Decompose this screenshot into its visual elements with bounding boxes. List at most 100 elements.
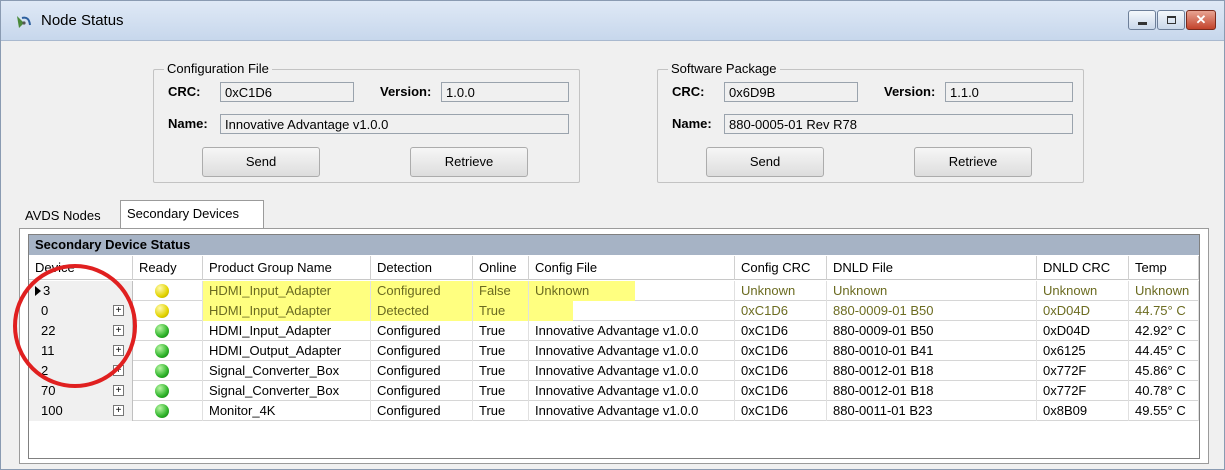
ready-cell[interactable] <box>133 401 203 421</box>
online-cell[interactable]: False <box>473 281 529 301</box>
config-file-cell[interactable] <box>529 301 735 321</box>
product-cell[interactable]: Monitor_4K <box>203 401 371 421</box>
table-row[interactable]: 70 + Signal_Converter_Box Configured True Inn… <box>29 381 1199 401</box>
ready-cell[interactable] <box>133 381 203 401</box>
config-file-cell[interactable]: Innovative Advantage v1.0.0 <box>529 361 735 381</box>
minimize-button[interactable] <box>1128 10 1156 30</box>
close-button[interactable]: ✕ <box>1186 10 1216 30</box>
dnld-file-cell[interactable]: 880-0012-01 B18 <box>827 361 1037 381</box>
temp-cell[interactable]: 40.78° C <box>1129 381 1199 401</box>
software-crc-field[interactable]: 0x6D9B <box>724 82 858 102</box>
column-header-config-file[interactable]: Config File <box>529 256 735 280</box>
product-cell[interactable]: Signal_Converter_Box <box>203 381 371 401</box>
config-crc-field[interactable]: 0xC1D6 <box>220 82 354 102</box>
product-cell[interactable]: HDMI_Input_Adapter <box>203 301 371 321</box>
online-cell[interactable]: True <box>473 381 529 401</box>
dnld-file-cell[interactable]: 880-0010-01 B41 <box>827 341 1037 361</box>
config-crc-cell[interactable]: 0xC1D6 <box>735 321 827 341</box>
software-name-field[interactable]: 880-0005-01 Rev R78 <box>724 114 1073 134</box>
config-file-cell[interactable]: Innovative Advantage v1.0.0 <box>529 341 735 361</box>
dnld-file-cell[interactable]: 880-0011-01 B23 <box>827 401 1037 421</box>
product-cell[interactable]: Signal_Converter_Box <box>203 361 371 381</box>
config-file-cell[interactable]: Innovative Advantage v1.0.0 <box>529 321 735 341</box>
config-send-button[interactable]: Send <box>202 147 320 177</box>
detection-cell[interactable]: Configured <box>371 401 473 421</box>
online-cell[interactable]: True <box>473 341 529 361</box>
table-row[interactable]: 11 + HDMI_Output_Adapter Configured True Inno… <box>29 341 1199 361</box>
detection-cell[interactable]: Configured <box>371 321 473 341</box>
table-row[interactable]: 3 HDMI_Input_Adapter Configured False Unknow… <box>29 281 1199 301</box>
tab-avds-nodes[interactable]: AVDS Nodes <box>19 204 121 231</box>
online-cell[interactable]: True <box>473 361 529 381</box>
config-name-field[interactable]: Innovative Advantage v1.0.0 <box>220 114 569 134</box>
software-version-field[interactable]: 1.1.0 <box>945 82 1073 102</box>
column-header-dnld-crc[interactable]: DNLD CRC <box>1037 256 1129 280</box>
detection-cell[interactable]: Configured <box>371 281 473 301</box>
online-cell[interactable]: True <box>473 321 529 341</box>
config-crc-cell[interactable]: Unknown <box>735 281 827 301</box>
dnld-file-cell[interactable]: 880-0009-01 B50 <box>827 301 1037 321</box>
device-cell[interactable]: 100 + <box>29 401 133 421</box>
expand-icon[interactable]: + <box>113 405 124 416</box>
config-crc-cell[interactable]: 0xC1D6 <box>735 401 827 421</box>
column-header-detection[interactable]: Detection <box>371 256 473 280</box>
product-cell[interactable]: HDMI_Output_Adapter <box>203 341 371 361</box>
ready-cell[interactable] <box>133 301 203 321</box>
table-row[interactable]: 100 + Monitor_4K Configured True Innovative A… <box>29 401 1199 421</box>
column-header-config-crc[interactable]: Config CRC <box>735 256 827 280</box>
expand-icon[interactable]: + <box>113 385 124 396</box>
green-status-icon <box>155 324 169 338</box>
config-file-cell[interactable]: Unknown <box>529 281 735 301</box>
dnld-crc-cell[interactable]: Unknown <box>1037 281 1129 301</box>
dnld-crc-cell[interactable]: 0x8B09 <box>1037 401 1129 421</box>
temp-cell[interactable]: 42.92° C <box>1129 321 1199 341</box>
product-cell[interactable]: HDMI_Input_Adapter <box>203 281 371 301</box>
column-header-ready[interactable]: Ready <box>133 256 203 280</box>
ready-cell[interactable] <box>133 321 203 341</box>
title-bar[interactable]: Node Status ✕ <box>1 1 1224 41</box>
dnld-crc-cell[interactable]: 0x772F <box>1037 361 1129 381</box>
config-crc-cell[interactable]: 0xC1D6 <box>735 341 827 361</box>
dnld-crc-cell[interactable]: 0xD04D <box>1037 301 1129 321</box>
config-crc-cell[interactable]: 0xC1D6 <box>735 361 827 381</box>
table-row[interactable]: 0 + HDMI_Input_Adapter Detected True 0xC1D6 88… <box>29 301 1199 321</box>
ready-cell[interactable] <box>133 281 203 301</box>
online-cell[interactable]: True <box>473 301 529 321</box>
maximize-button[interactable] <box>1157 10 1185 30</box>
ready-cell[interactable] <box>133 361 203 381</box>
secondary-device-grid[interactable]: Secondary Device Status Device Ready Produ… <box>28 234 1200 459</box>
column-header-temp[interactable]: Temp <box>1129 256 1199 280</box>
detection-cell[interactable]: Configured <box>371 361 473 381</box>
config-crc-cell[interactable]: 0xC1D6 <box>735 301 827 321</box>
config-crc-cell[interactable]: 0xC1D6 <box>735 381 827 401</box>
dnld-crc-cell[interactable]: 0x772F <box>1037 381 1129 401</box>
config-retrieve-button[interactable]: Retrieve <box>410 147 528 177</box>
column-header-dnld-file[interactable]: DNLD File <box>827 256 1037 280</box>
column-header-product-group-name[interactable]: Product Group Name <box>203 256 371 280</box>
detection-cell[interactable]: Configured <box>371 381 473 401</box>
tab-secondary-devices[interactable]: Secondary Devices <box>120 200 264 228</box>
temp-cell[interactable]: 45.86° C <box>1129 361 1199 381</box>
product-cell[interactable]: HDMI_Input_Adapter <box>203 321 371 341</box>
temp-cell[interactable]: 44.45° C <box>1129 341 1199 361</box>
software-retrieve-button[interactable]: Retrieve <box>914 147 1032 177</box>
config-file-cell[interactable]: Innovative Advantage v1.0.0 <box>529 381 735 401</box>
detection-cell[interactable]: Configured <box>371 341 473 361</box>
temp-cell[interactable]: 44.75° C <box>1129 301 1199 321</box>
dnld-file-cell[interactable]: Unknown <box>827 281 1037 301</box>
config-version-field[interactable]: 1.0.0 <box>441 82 569 102</box>
table-row[interactable]: 22 + HDMI_Input_Adapter Configured True Innov… <box>29 321 1199 341</box>
temp-cell[interactable]: Unknown <box>1129 281 1199 301</box>
dnld-crc-cell[interactable]: 0xD04D <box>1037 321 1129 341</box>
dnld-file-cell[interactable]: 880-0009-01 B50 <box>827 321 1037 341</box>
online-cell[interactable]: True <box>473 401 529 421</box>
config-file-cell[interactable]: Innovative Advantage v1.0.0 <box>529 401 735 421</box>
temp-cell[interactable]: 49.55° C <box>1129 401 1199 421</box>
table-row[interactable]: 2 + Signal_Converter_Box Configured True Inno… <box>29 361 1199 381</box>
dnld-crc-cell[interactable]: 0x6125 <box>1037 341 1129 361</box>
ready-cell[interactable] <box>133 341 203 361</box>
column-header-online[interactable]: Online <box>473 256 529 280</box>
detection-cell[interactable]: Detected <box>371 301 473 321</box>
software-send-button[interactable]: Send <box>706 147 824 177</box>
dnld-file-cell[interactable]: 880-0012-01 B18 <box>827 381 1037 401</box>
